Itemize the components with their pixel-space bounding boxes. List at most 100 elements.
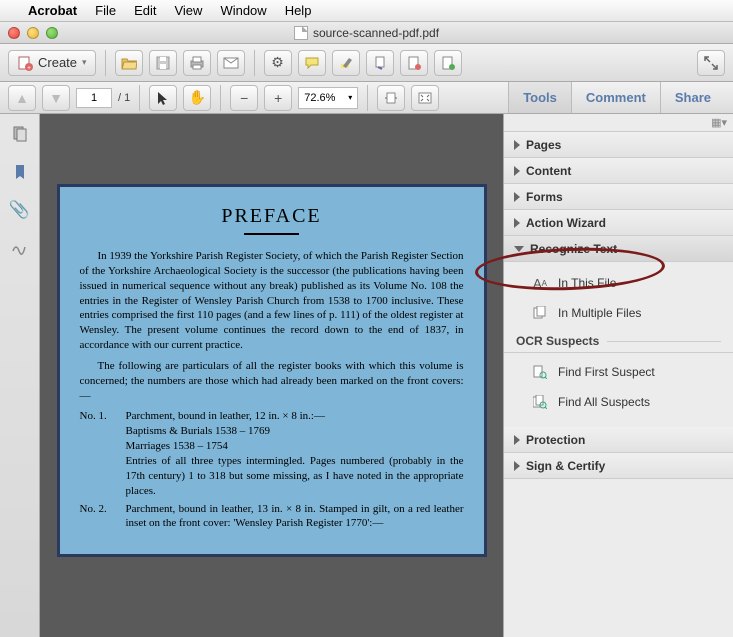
doc-paragraph: In 1939 the Yorkshire Parish Register So… bbox=[80, 249, 464, 353]
expand-panel-button[interactable] bbox=[697, 50, 725, 76]
accordion-action-wizard[interactable]: Action Wizard bbox=[504, 210, 733, 236]
entry-number: No. 1. bbox=[80, 409, 126, 498]
settings-button[interactable]: ⚙ bbox=[264, 50, 292, 76]
envelope-icon bbox=[223, 57, 239, 69]
email-button[interactable] bbox=[217, 50, 245, 76]
zoom-level-select[interactable]: 72.6% ▾ bbox=[298, 87, 358, 109]
accordion-pages[interactable]: Pages bbox=[504, 132, 733, 158]
thumbnails-panel-button[interactable] bbox=[10, 124, 30, 144]
main-toolbar: + Create ▾ ⚙ bbox=[0, 44, 733, 82]
create-button[interactable]: + Create ▾ bbox=[8, 50, 96, 76]
gear-icon: ⚙ bbox=[271, 54, 284, 71]
document-viewport[interactable]: PREFACE In 1939 the Yorkshire Parish Reg… bbox=[40, 114, 503, 637]
speech-bubble-icon bbox=[305, 57, 319, 69]
zoom-in-button[interactable]: + bbox=[264, 85, 292, 111]
ocr-suspects-header: OCR Suspects bbox=[504, 328, 733, 353]
accordion-recognize-text[interactable]: Recognize Text bbox=[504, 236, 733, 262]
tools-panel-tab[interactable]: Tools bbox=[508, 82, 571, 113]
printer-icon bbox=[189, 56, 205, 70]
pdf-page: PREFACE In 1939 the Yorkshire Parish Reg… bbox=[57, 184, 487, 557]
sublink-label: In Multiple Files bbox=[558, 306, 641, 320]
magnifier-page-icon bbox=[532, 364, 548, 380]
svg-text:+: + bbox=[27, 65, 31, 71]
plus-icon: + bbox=[274, 90, 282, 106]
paperclip-icon: 📎 bbox=[9, 200, 30, 220]
find-first-suspect-button[interactable]: Find First Suspect bbox=[504, 357, 733, 387]
bookmarks-panel-button[interactable] bbox=[10, 162, 30, 182]
print-button[interactable] bbox=[183, 50, 211, 76]
arrows-expand-icon bbox=[704, 56, 718, 70]
accordion-forms[interactable]: Forms bbox=[504, 184, 733, 210]
fit-page-icon bbox=[418, 92, 432, 104]
accordion-label: Pages bbox=[526, 138, 561, 152]
chevron-down-icon bbox=[514, 246, 524, 252]
share-tool-button[interactable] bbox=[434, 50, 462, 76]
attach-tool-button[interactable] bbox=[400, 50, 428, 76]
window-titlebar: source-scanned-pdf.pdf bbox=[0, 22, 733, 44]
hand-tool-button[interactable]: ✋ bbox=[183, 85, 211, 111]
save-icon bbox=[156, 56, 170, 70]
share-panel-tab[interactable]: Share bbox=[660, 82, 725, 113]
share-page-icon bbox=[441, 56, 455, 70]
app-menu[interactable]: Acrobat bbox=[28, 3, 77, 18]
pages-icon bbox=[12, 126, 28, 142]
fit-width-button[interactable] bbox=[377, 85, 405, 111]
menu-help[interactable]: Help bbox=[285, 3, 312, 18]
doc-list-entry: No. 1. Parchment, bound in leather, 12 i… bbox=[80, 409, 464, 498]
accordion-sign-certify[interactable]: Sign & Certify bbox=[504, 453, 733, 479]
signatures-panel-button[interactable] bbox=[10, 238, 30, 258]
menu-file[interactable]: File bbox=[95, 3, 116, 18]
hand-icon: ✋ bbox=[189, 89, 206, 106]
entry-number: No. 2. bbox=[80, 502, 126, 532]
comment-tool-button[interactable] bbox=[298, 50, 326, 76]
text-a-icon: AA bbox=[532, 275, 548, 291]
pdf-file-icon bbox=[294, 26, 308, 40]
accordion-content[interactable]: Content bbox=[504, 158, 733, 184]
chevron-right-icon bbox=[514, 218, 520, 228]
menu-window[interactable]: Window bbox=[220, 3, 266, 18]
stamp-icon bbox=[373, 56, 387, 70]
accordion-protection[interactable]: Protection bbox=[504, 427, 733, 453]
zoom-value: 72.6% bbox=[304, 92, 335, 104]
doc-list-entry: No. 2. Parchment, bound in leather, 13 i… bbox=[80, 502, 464, 532]
comment-panel-tab[interactable]: Comment bbox=[571, 82, 660, 113]
left-sidebar: 📎 bbox=[0, 114, 40, 637]
dropdown-caret-icon: ▾ bbox=[82, 57, 87, 68]
in-multiple-files-button[interactable]: In Multiple Files bbox=[504, 298, 733, 328]
find-all-suspects-button[interactable]: Find All Suspects bbox=[504, 387, 733, 417]
page-number-input[interactable] bbox=[76, 88, 112, 108]
doc-paragraph: The following are particulars of all the… bbox=[80, 359, 464, 404]
menu-edit[interactable]: Edit bbox=[134, 3, 156, 18]
entry-body: Parchment, bound in leather, 13 in. × 8 … bbox=[126, 502, 464, 532]
chevron-right-icon bbox=[514, 166, 520, 176]
attachments-panel-button[interactable]: 📎 bbox=[10, 200, 30, 220]
tools-panel: ▦▾ Pages Content Forms Action Wizard Rec… bbox=[503, 114, 733, 637]
page-up-button[interactable]: ▲ bbox=[8, 85, 36, 111]
menu-view[interactable]: View bbox=[174, 3, 202, 18]
accordion-label: Content bbox=[526, 164, 571, 178]
create-label: Create bbox=[38, 55, 77, 70]
zoom-out-button[interactable]: − bbox=[230, 85, 258, 111]
dropdown-caret-icon: ▾ bbox=[348, 93, 352, 102]
mac-menubar: Acrobat File Edit View Window Help bbox=[0, 0, 733, 22]
page-down-button[interactable]: ▼ bbox=[42, 85, 70, 111]
sublink-label: Find First Suspect bbox=[558, 365, 655, 379]
page-total: / 1 bbox=[118, 92, 130, 104]
in-this-file-button[interactable]: AAIn This File bbox=[504, 268, 733, 298]
sublink-label: Find All Suspects bbox=[558, 395, 650, 409]
create-pdf-icon: + bbox=[17, 55, 33, 71]
arrow-down-icon: ▼ bbox=[49, 90, 63, 106]
accordion-label: Recognize Text bbox=[530, 242, 617, 256]
bookmark-icon bbox=[14, 164, 26, 180]
signature-icon bbox=[11, 241, 29, 255]
arrow-up-icon: ▲ bbox=[15, 90, 29, 106]
open-button[interactable] bbox=[115, 50, 143, 76]
accordion-label: Protection bbox=[526, 433, 585, 447]
panel-options-button[interactable]: ▦▾ bbox=[504, 114, 733, 132]
accordion-label: Action Wizard bbox=[526, 216, 606, 230]
stamp-tool-button[interactable] bbox=[366, 50, 394, 76]
fit-page-button[interactable] bbox=[411, 85, 439, 111]
save-button[interactable] bbox=[149, 50, 177, 76]
select-tool-button[interactable] bbox=[149, 85, 177, 111]
highlight-tool-button[interactable] bbox=[332, 50, 360, 76]
